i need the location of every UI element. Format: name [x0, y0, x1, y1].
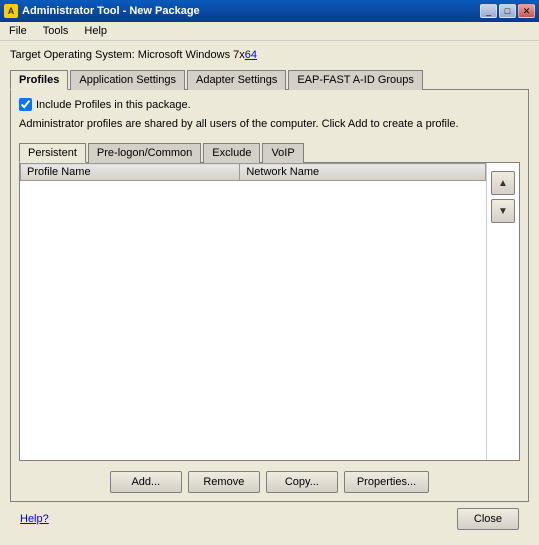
profiles-description: Administrator profiles are shared by all… — [19, 117, 520, 132]
inner-tab-content: Profile Name Network Name ▲ ▼ — [19, 163, 520, 461]
col-network-name: Network Name — [240, 164, 486, 181]
properties-button[interactable]: Properties... — [344, 471, 429, 493]
inner-tab-exclude[interactable]: Exclude — [203, 143, 260, 163]
menu-tools[interactable]: Tools — [40, 24, 72, 38]
include-profiles-label: Include Profiles in this package. — [36, 99, 191, 111]
include-profiles-row: Include Profiles in this package. — [19, 98, 520, 111]
menu-file[interactable]: File — [6, 24, 30, 38]
add-button[interactable]: Add... — [110, 471, 182, 493]
menu-help[interactable]: Help — [81, 24, 110, 38]
close-button[interactable]: Close — [457, 508, 519, 530]
os-target-link[interactable]: 64 — [245, 49, 257, 61]
inner-tab-persistent[interactable]: Persistent — [19, 143, 86, 163]
minimize-button[interactable]: _ — [480, 4, 497, 18]
inner-tab-prelogon[interactable]: Pre-logon/Common — [88, 143, 201, 163]
profiles-tab-content: Include Profiles in this package. Admini… — [10, 90, 529, 502]
window-title: Administrator Tool - New Package — [22, 5, 200, 17]
app-icon-label: A — [8, 6, 15, 16]
menu-bar: File Tools Help — [0, 22, 539, 41]
remove-button[interactable]: Remove — [188, 471, 260, 493]
title-bar-left: A Administrator Tool - New Package — [4, 4, 200, 18]
inner-tab-bar: Persistent Pre-logon/Common Exclude VoIP — [19, 142, 520, 163]
arrow-down-button[interactable]: ▼ — [491, 199, 515, 223]
inner-tab-voip[interactable]: VoIP — [262, 143, 303, 163]
help-link[interactable]: Help? — [20, 513, 49, 525]
main-window: Target Operating System: Microsoft Windo… — [0, 41, 539, 542]
include-profiles-checkbox[interactable] — [19, 98, 32, 111]
inner-tab-wrapper: Persistent Pre-logon/Common Exclude VoIP… — [19, 142, 520, 461]
title-bar-controls: _ □ ✕ — [480, 4, 535, 18]
tab-application-settings[interactable]: Application Settings — [70, 70, 185, 90]
copy-button[interactable]: Copy... — [266, 471, 338, 493]
app-icon: A — [4, 4, 18, 18]
tab-eap-fast[interactable]: EAP-FAST A-ID Groups — [288, 70, 423, 90]
outer-tab-bar: Profiles Application Settings Adapter Se… — [10, 69, 529, 90]
profile-table[interactable]: Profile Name Network Name — [20, 163, 487, 460]
tab-profiles[interactable]: Profiles — [10, 70, 68, 90]
window-close-button[interactable]: ✕ — [518, 4, 535, 18]
os-target-label: Target Operating System: Microsoft Windo… — [10, 49, 245, 61]
os-target-line: Target Operating System: Microsoft Windo… — [10, 49, 529, 61]
action-buttons: Add... Remove Copy... Properties... — [19, 471, 520, 493]
footer: Help? Close — [10, 502, 529, 534]
title-bar: A Administrator Tool - New Package _ □ ✕ — [0, 0, 539, 22]
arrow-up-button[interactable]: ▲ — [491, 171, 515, 195]
col-profile-name: Profile Name — [21, 164, 240, 181]
maximize-button[interactable]: □ — [499, 4, 516, 18]
arrow-buttons: ▲ ▼ — [487, 163, 519, 460]
tab-adapter-settings[interactable]: Adapter Settings — [187, 70, 286, 90]
